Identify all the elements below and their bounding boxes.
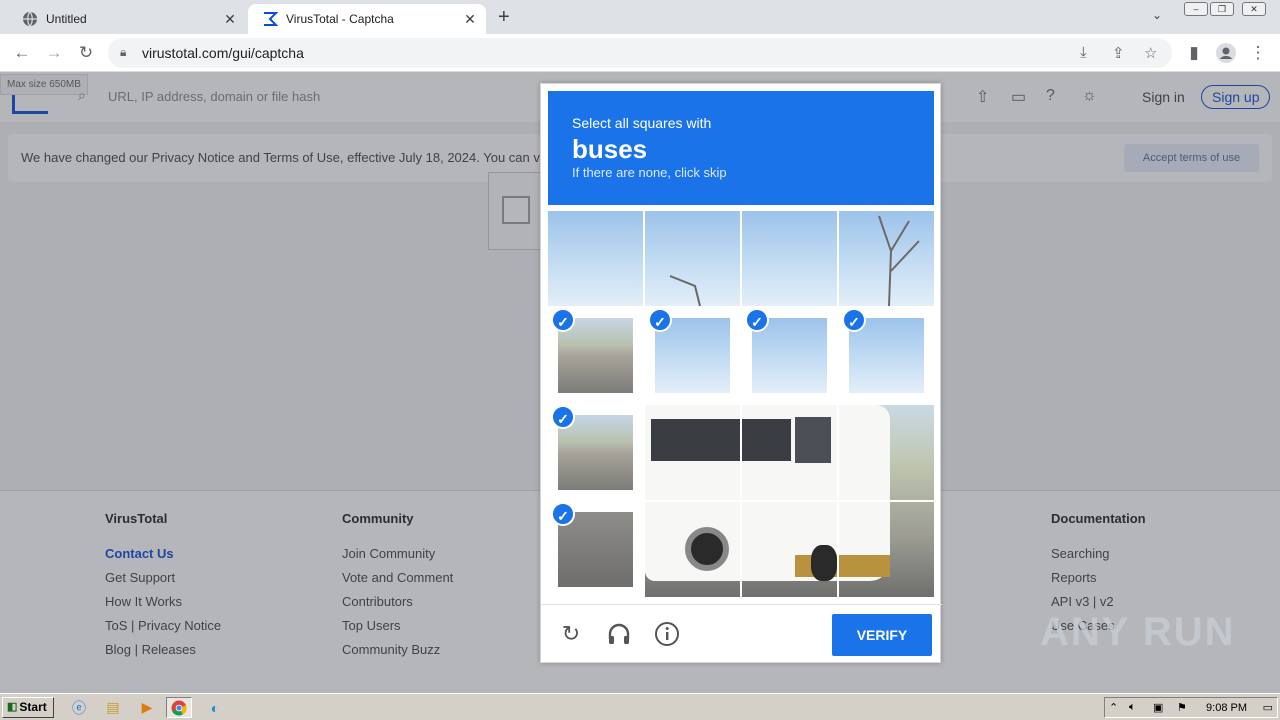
- forward-icon[interactable]: →: [42, 41, 66, 65]
- globe-icon: [22, 11, 38, 27]
- chrome-taskbar-icon[interactable]: [166, 697, 192, 718]
- reload-icon[interactable]: ↻: [74, 41, 98, 65]
- close-tab-icon[interactable]: ✕: [462, 11, 478, 28]
- lock-icon[interactable]: 🔒︎: [120, 45, 126, 60]
- selected-check-icon: ✓: [551, 502, 575, 526]
- close-window-button[interactable]: ✕: [1242, 2, 1266, 16]
- selected-check-icon: ✓: [842, 308, 866, 332]
- audio-challenge-icon[interactable]: [606, 621, 632, 647]
- captcha-tile-4[interactable]: [839, 211, 934, 306]
- captcha-footer: ↻ VERIFY: [541, 604, 942, 664]
- taskbar: ◧ Start ⓔ ▤ ▶ ◐ ⌃ 🔈︎ ▣ ⚑ 9:08 PM ▭: [0, 693, 1280, 720]
- captcha-challenge-dialog: Select all squares with buses If there a…: [540, 83, 942, 664]
- prompt-instruction: Select all squares with: [572, 115, 712, 131]
- prompt-target-word: buses: [572, 134, 648, 164]
- clock[interactable]: 9:08 PM: [1206, 702, 1247, 714]
- network-icon[interactable]: ▣: [1153, 701, 1163, 714]
- star-icon[interactable]: ☆: [1144, 44, 1157, 62]
- prompt-skip-hint: If there are none, click skip: [572, 165, 727, 180]
- back-icon[interactable]: ←: [10, 41, 34, 65]
- anyrun-watermark: ANY RUN: [1040, 610, 1236, 654]
- selected-check-icon: ✓: [745, 308, 769, 332]
- profile-avatar-icon[interactable]: [1214, 41, 1238, 65]
- virustotal-favicon-icon: [262, 11, 278, 27]
- chevron-down-icon[interactable]: ⌄: [1152, 8, 1162, 22]
- info-icon[interactable]: [654, 621, 680, 647]
- captcha-prompt: Select all squares with buses If there a…: [548, 91, 934, 205]
- share-icon[interactable]: ⇪: [1112, 44, 1125, 62]
- menu-icon[interactable]: ⋮: [1246, 41, 1270, 65]
- media-player-icon[interactable]: ▶: [134, 697, 160, 718]
- flag-icon[interactable]: ⚑: [1177, 701, 1187, 714]
- tile-image: [548, 211, 643, 306]
- captcha-tile-3[interactable]: [742, 211, 837, 306]
- captcha-bus-image[interactable]: [645, 405, 934, 597]
- selected-check-icon: ✓: [551, 308, 575, 332]
- address-bar[interactable]: 🔒︎ virustotal.com/gui/captcha ⤓ ⇪ ☆: [108, 38, 1172, 68]
- selected-check-icon: ✓: [648, 308, 672, 332]
- captcha-tile-5[interactable]: ✓: [548, 308, 643, 403]
- show-desktop-icon[interactable]: ▭: [1263, 701, 1273, 714]
- edge-icon[interactable]: ◐: [202, 697, 228, 718]
- windows-logo-icon: ◧: [7, 701, 18, 713]
- browser-toolbar: ← → ↻ 🔒︎ virustotal.com/gui/captcha ⤓ ⇪ …: [0, 34, 1280, 72]
- start-label: Start: [19, 700, 47, 714]
- tray-expand-icon[interactable]: ⌃: [1109, 701, 1118, 714]
- side-panel-icon[interactable]: ▮: [1182, 41, 1206, 65]
- internet-explorer-icon[interactable]: ⓔ: [66, 697, 92, 718]
- captcha-tile-8[interactable]: ✓: [839, 308, 934, 403]
- bus-wheel: [811, 545, 837, 581]
- bus-bumper: [795, 555, 890, 577]
- captcha-tile-7[interactable]: ✓: [742, 308, 837, 403]
- captcha-tile-9[interactable]: ✓: [548, 405, 643, 500]
- tab-virustotal-captcha[interactable]: VirusTotal - Captcha ✕: [248, 4, 486, 34]
- bus-wheel: [685, 527, 729, 571]
- bus-windows: [795, 417, 831, 463]
- minimize-button[interactable]: –: [1184, 2, 1208, 16]
- new-tab-button[interactable]: +: [498, 6, 510, 29]
- file-explorer-icon[interactable]: ▤: [100, 697, 126, 718]
- tab-title: VirusTotal - Captcha: [286, 12, 394, 26]
- captcha-tile-13[interactable]: ✓: [548, 502, 643, 597]
- captcha-tile-1[interactable]: [548, 211, 643, 306]
- system-tray: ⌃ 🔈︎ ▣ ⚑ 9:08 PM ▭: [1104, 697, 1278, 718]
- install-icon[interactable]: ⤓: [1080, 44, 1087, 61]
- refresh-icon[interactable]: ↻: [558, 621, 584, 647]
- tile-divider: [645, 500, 934, 502]
- captcha-tile-2[interactable]: [645, 211, 740, 306]
- restore-button[interactable]: ❐: [1210, 2, 1234, 16]
- close-tab-icon[interactable]: ✕: [222, 11, 238, 28]
- url-text: virustotal.com/gui/captcha: [142, 45, 304, 61]
- selected-check-icon: ✓: [551, 405, 575, 429]
- tab-strip: Untitled ✕ VirusTotal - Captcha ✕ + ⌄ – …: [0, 0, 1280, 34]
- tile-image: [742, 211, 837, 306]
- volume-icon[interactable]: 🔈︎: [1129, 701, 1136, 714]
- bus-image: [645, 405, 890, 581]
- verify-button[interactable]: VERIFY: [832, 614, 932, 656]
- captcha-image-grid: ✓ ✓ ✓ ✓ ✓ ✓: [548, 211, 934, 597]
- tab-untitled[interactable]: Untitled ✕: [8, 4, 246, 34]
- bus-windows: [651, 419, 791, 461]
- tab-title: Untitled: [46, 12, 87, 26]
- captcha-tile-6[interactable]: ✓: [645, 308, 740, 403]
- start-button[interactable]: ◧ Start: [2, 697, 54, 718]
